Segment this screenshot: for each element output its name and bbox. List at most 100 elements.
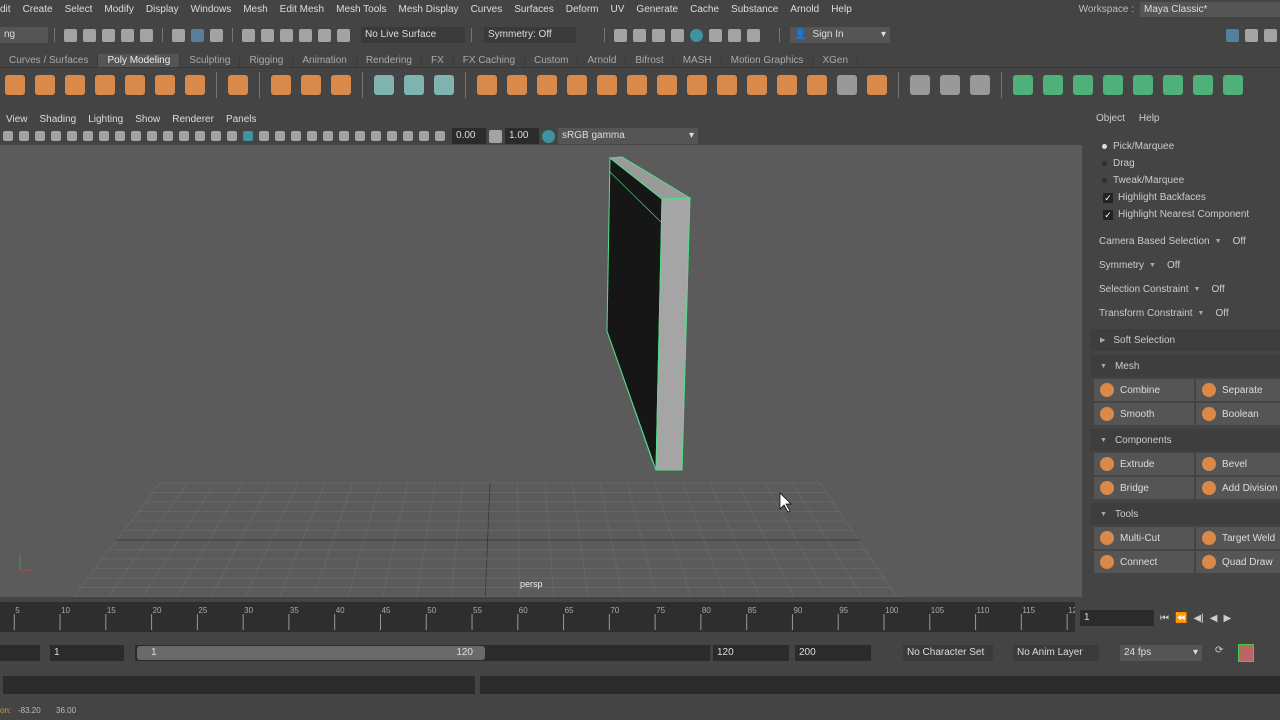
attribute-editor-toggle-icon[interactable] [1245,28,1258,42]
soft-selection-section[interactable]: ▶ Soft Selection [1090,329,1280,351]
cylindrical-uv-icon[interactable] [1043,75,1063,95]
extrude-icon[interactable] [627,75,647,95]
uv-editor-icon[interactable] [1163,75,1183,95]
gate-mask-icon[interactable] [163,131,173,141]
tab-mash[interactable]: MASH [674,54,722,67]
menu-substance[interactable]: Substance [725,4,784,15]
tab-sculpting[interactable]: Sculpting [180,54,241,67]
open-scene-icon[interactable] [83,28,96,42]
section-components[interactable]: ▼ Components [1090,429,1280,451]
add-division-button[interactable]: Add Division [1196,477,1280,499]
perspective-viewport[interactable]: persp [0,145,1082,597]
planar-uv-icon[interactable] [1013,75,1033,95]
menu-create[interactable]: Create [17,4,59,15]
bevel-button[interactable]: Bevel [1196,453,1280,475]
step-back-key-icon[interactable]: ⏪ [1175,613,1187,624]
poly-cone-icon[interactable] [95,75,115,95]
color-space-dropdown[interactable]: sRGB gamma ▾ [558,128,698,144]
live-surface-field[interactable]: No Live Surface [361,27,465,43]
option-selection-constraint[interactable]: Selection Constraint ▼ Off [1090,277,1280,301]
option-value[interactable]: Off [1211,284,1224,295]
smooth-icon[interactable] [567,75,587,95]
tab-custom[interactable]: Custom [525,54,579,67]
tab-poly-modeling[interactable]: Poly Modeling [98,54,181,67]
radio-tweak-marquee[interactable]: Tweak/Marquee [1090,172,1280,189]
tab-xgen[interactable]: XGen [813,54,859,67]
delete-history-icon[interactable] [404,75,424,95]
quad-draw-icon[interactable] [970,75,990,95]
chevron-down-icon[interactable]: ▼ [1198,310,1205,317]
panel-menu-shading[interactable]: Shading [34,114,83,125]
play-forwards-icon[interactable]: ▶ [1223,613,1231,624]
tab-animation[interactable]: Animation [293,54,357,67]
xray-icon[interactable] [403,131,413,141]
checkbox-highlight-nearest-component[interactable]: ✓ Highlight Nearest Component [1090,206,1280,223]
snap-view-plane-icon[interactable] [299,28,312,42]
radio-button[interactable] [1102,161,1107,166]
select-component-icon[interactable] [210,28,223,42]
option-camera-based-selection[interactable]: Camera Based Selection ▼ Off [1090,229,1280,253]
menu-modify[interactable]: Modify [98,4,139,15]
extrude-button[interactable]: Extrude [1094,453,1194,475]
poly-disc-icon[interactable] [185,75,205,95]
menu-display[interactable]: Display [140,4,185,15]
spherical-uv-icon[interactable] [1073,75,1093,95]
option-value[interactable]: Off [1215,308,1228,319]
chevron-down-icon[interactable]: ▼ [1215,238,1222,245]
option-value[interactable]: Off [1233,236,1246,247]
exposure-field[interactable]: 0.00 [452,128,486,144]
shadows-icon[interactable] [307,131,317,141]
cut-uv-icon[interactable] [1193,75,1213,95]
wireframe-icon[interactable] [227,131,237,141]
menu-select[interactable]: Select [59,4,99,15]
radio-drag[interactable]: Drag [1090,155,1280,172]
animation-end-field[interactable]: 200 [795,645,871,661]
default-material-icon[interactable] [259,131,269,141]
snap-magnet-icon[interactable] [337,28,350,42]
range-slider-handle[interactable]: 1 120 [137,646,485,660]
menu-windows[interactable]: Windows [185,4,238,15]
bridge-icon[interactable] [657,75,677,95]
section-tools[interactable]: ▼ Tools [1090,503,1280,525]
range-slider-track[interactable]: 1 120 [135,645,710,661]
poly-sphere-icon[interactable] [5,75,25,95]
snap-curve-icon[interactable] [261,28,274,42]
light-editor-icon[interactable] [728,28,741,42]
select-camera-icon[interactable] [3,131,13,141]
average-icon[interactable] [597,75,617,95]
time-slider[interactable]: 5 10 15 20 25 30 35 40 45 50 55 60 65 70 75 80 85 90 95 100… [0,602,1082,632]
modeling-toolkit-toggle-icon[interactable] [1226,28,1239,42]
workspace-selector[interactable]: Workspace : Maya Classic* [1079,2,1280,17]
combine-button[interactable]: Combine [1094,379,1194,401]
xray-joints-icon[interactable] [419,131,429,141]
fps-dropdown[interactable]: 24 fps ▾ [1120,645,1202,661]
smooth-button[interactable]: Smooth [1094,403,1194,425]
menu-mesh-tools[interactable]: Mesh Tools [330,4,392,15]
gamma-field[interactable]: 1.00 [505,128,539,144]
option-value[interactable]: Off [1167,260,1180,271]
tab-rigging[interactable]: Rigging [240,54,294,67]
render-frame-icon[interactable] [633,28,646,42]
menu-edit[interactable]: dit [0,4,17,15]
tab-fx-caching[interactable]: FX Caching [454,54,526,67]
separate-icon[interactable] [507,75,527,95]
grid-icon[interactable] [115,131,125,141]
character-set-dropdown[interactable]: No Character Set [903,645,993,661]
symmetry-dropdown[interactable]: Symmetry: Off [484,27,576,43]
tab-bifrost[interactable]: Bifrost [626,54,674,67]
menu-generate[interactable]: Generate [630,4,684,15]
image-plane-icon[interactable] [67,131,77,141]
channel-box-toggle-icon[interactable] [1264,28,1277,42]
tab-rendering[interactable]: Rendering [357,54,422,67]
target-weld-button[interactable]: Target Weld [1196,527,1280,549]
panel-menu-show[interactable]: Show [129,114,166,125]
anti-aliasing-icon[interactable] [355,131,365,141]
freeze-transforms-icon[interactable] [434,75,454,95]
panel-menu-renderer[interactable]: Renderer [166,114,220,125]
checkmark-icon[interactable]: ✓ [1103,209,1113,220]
radio-pick-marquee[interactable]: Pick/Marquee [1090,138,1280,155]
grease-pencil-icon[interactable] [99,131,109,141]
snap-live-icon[interactable] [318,28,331,42]
render-settings-icon[interactable] [671,28,684,42]
auto-uv-icon[interactable] [1103,75,1123,95]
